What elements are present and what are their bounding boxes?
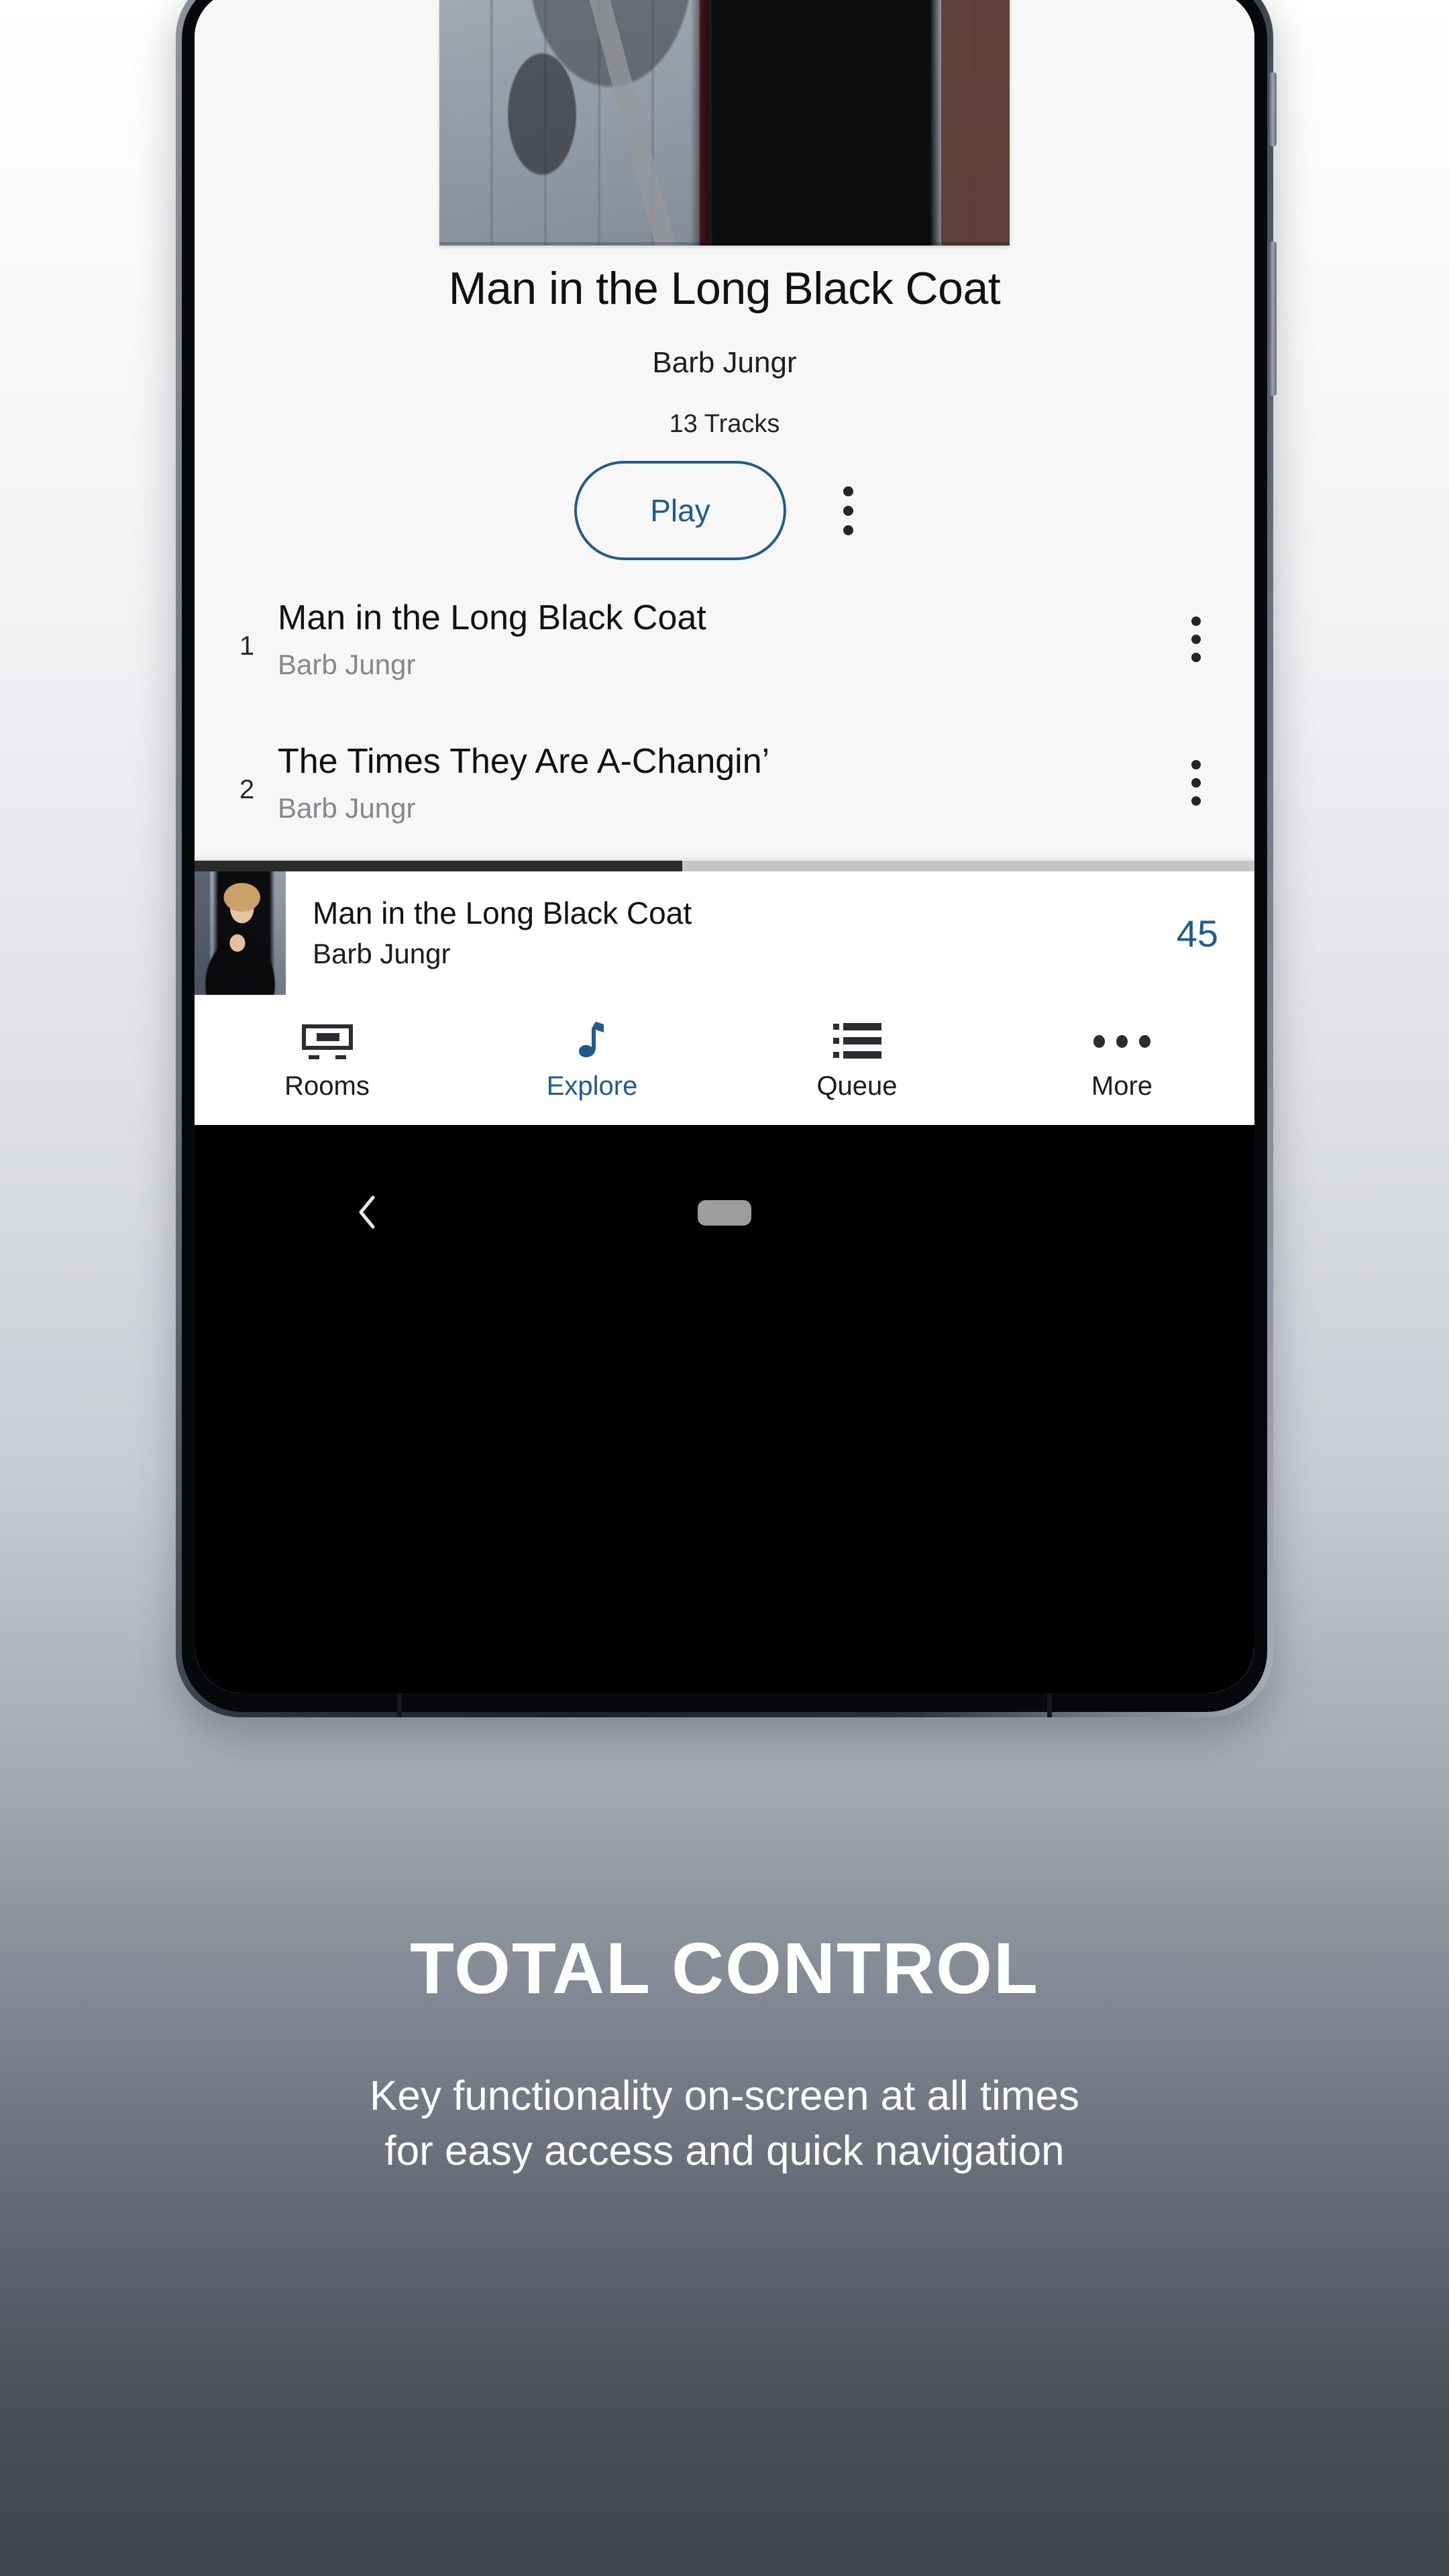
track-text-block: The Times They Are A-Changin’ Barb Jungr xyxy=(268,741,1167,825)
phone-mockup: Man in the Long Black Coat Barb Jungr 13… xyxy=(176,0,1277,1717)
android-navigation-bar xyxy=(195,1125,1254,1693)
track-overflow-menu-icon[interactable] xyxy=(1167,616,1225,662)
now-playing-title: Man in the Long Black Coat xyxy=(313,896,692,931)
queue-list-icon xyxy=(724,1020,989,1062)
app-viewport: Man in the Long Black Coat Barb Jungr 13… xyxy=(195,0,1254,1693)
track-title: Man in the Long Black Coat xyxy=(278,598,706,637)
horizontal-ellipsis-icon xyxy=(989,1020,1254,1062)
soundbar-icon xyxy=(195,1020,460,1062)
album-artwork-image xyxy=(439,0,1010,246)
phone-side-button-volume[interactable] xyxy=(1269,241,1277,396)
play-button[interactable]: Play xyxy=(574,461,786,560)
chevron-left-icon[interactable] xyxy=(347,1192,388,1232)
now-playing-thumbnail[interactable] xyxy=(195,871,286,995)
tab-label-queue: Queue xyxy=(816,1071,898,1101)
now-playing-artist: Barb Jungr xyxy=(313,938,451,970)
home-pill-icon[interactable] xyxy=(698,1200,751,1226)
ellipsis-dot xyxy=(843,525,853,535)
track-index: 1 xyxy=(239,631,255,661)
caption-heading: TOTAL CONTROL xyxy=(410,1927,1039,2008)
caption-subtext: Key functionality on-screen at all times… xyxy=(0,2069,1449,2179)
ellipsis-dot xyxy=(1191,635,1201,644)
track-artist: Barb Jungr xyxy=(278,792,416,824)
ellipsis-dot xyxy=(1191,796,1201,806)
now-playing-text-block: Man in the Long Black Coat Barb Jungr xyxy=(286,895,1177,971)
album-action-row: Play xyxy=(195,453,1254,568)
phone-screen: Man in the Long Black Coat Barb Jungr 13… xyxy=(195,0,1254,1693)
playback-progress-bar[interactable] xyxy=(195,861,1254,871)
tab-more[interactable]: More xyxy=(989,995,1254,1125)
track-overflow-menu-icon[interactable] xyxy=(1167,760,1225,806)
tab-explore[interactable]: Explore xyxy=(460,995,724,1125)
album-artist: Barb Jungr xyxy=(652,346,797,379)
now-playing-thumbnail-image xyxy=(195,871,286,995)
now-playing-bar[interactable]: Man in the Long Black Coat Barb Jungr 45 xyxy=(195,861,1254,995)
tab-label-explore: Explore xyxy=(546,1071,638,1101)
track-text-block: Man in the Long Black Coat Barb Jungr xyxy=(268,598,1167,682)
ellipsis-dot xyxy=(843,486,853,496)
caption-subtext-line-2: for easy access and quick navigation xyxy=(384,2127,1065,2174)
volume-level-value[interactable]: 45 xyxy=(1177,912,1254,955)
ellipsis-dot xyxy=(1191,616,1201,626)
table-row[interactable]: 2 The Times They Are A-Changin’ Barb Jun… xyxy=(195,711,1254,855)
marketing-caption: TOTAL CONTROL Key functionality on-scree… xyxy=(0,1932,1449,2179)
ellipsis-dot xyxy=(1191,778,1201,788)
now-playing-content: Man in the Long Black Coat Barb Jungr 45 xyxy=(195,871,1254,995)
tab-label-rooms: Rooms xyxy=(284,1071,370,1101)
tab-label-more: More xyxy=(1091,1071,1153,1101)
phone-side-button-power[interactable] xyxy=(1269,72,1277,146)
album-artwork-edge-shadow xyxy=(439,242,1010,246)
album-title: Man in the Long Black Coat xyxy=(448,263,1001,314)
album-overflow-menu-icon[interactable] xyxy=(821,470,875,551)
table-row[interactable]: 1 Man in the Long Black Coat Barb Jungr xyxy=(195,568,1254,711)
track-index: 2 xyxy=(239,775,255,804)
track-artist: Barb Jungr xyxy=(278,648,416,680)
caption-subtext-line-1: Key functionality on-screen at all times xyxy=(370,2073,1079,2119)
album-track-count: 13 Tracks xyxy=(669,410,780,438)
tab-rooms[interactable]: Rooms xyxy=(195,995,460,1125)
ellipsis-dot xyxy=(1191,653,1201,662)
track-title: The Times They Are A-Changin’ xyxy=(278,741,770,781)
music-note-icon xyxy=(460,1020,724,1062)
ellipsis-dot xyxy=(1191,760,1201,769)
bottom-tab-bar: Rooms Explore Queue More xyxy=(195,995,1254,1125)
ellipsis-dot xyxy=(843,505,853,516)
album-artwork xyxy=(439,0,1010,246)
tab-queue[interactable]: Queue xyxy=(724,995,989,1125)
playback-progress-fill xyxy=(195,861,682,871)
